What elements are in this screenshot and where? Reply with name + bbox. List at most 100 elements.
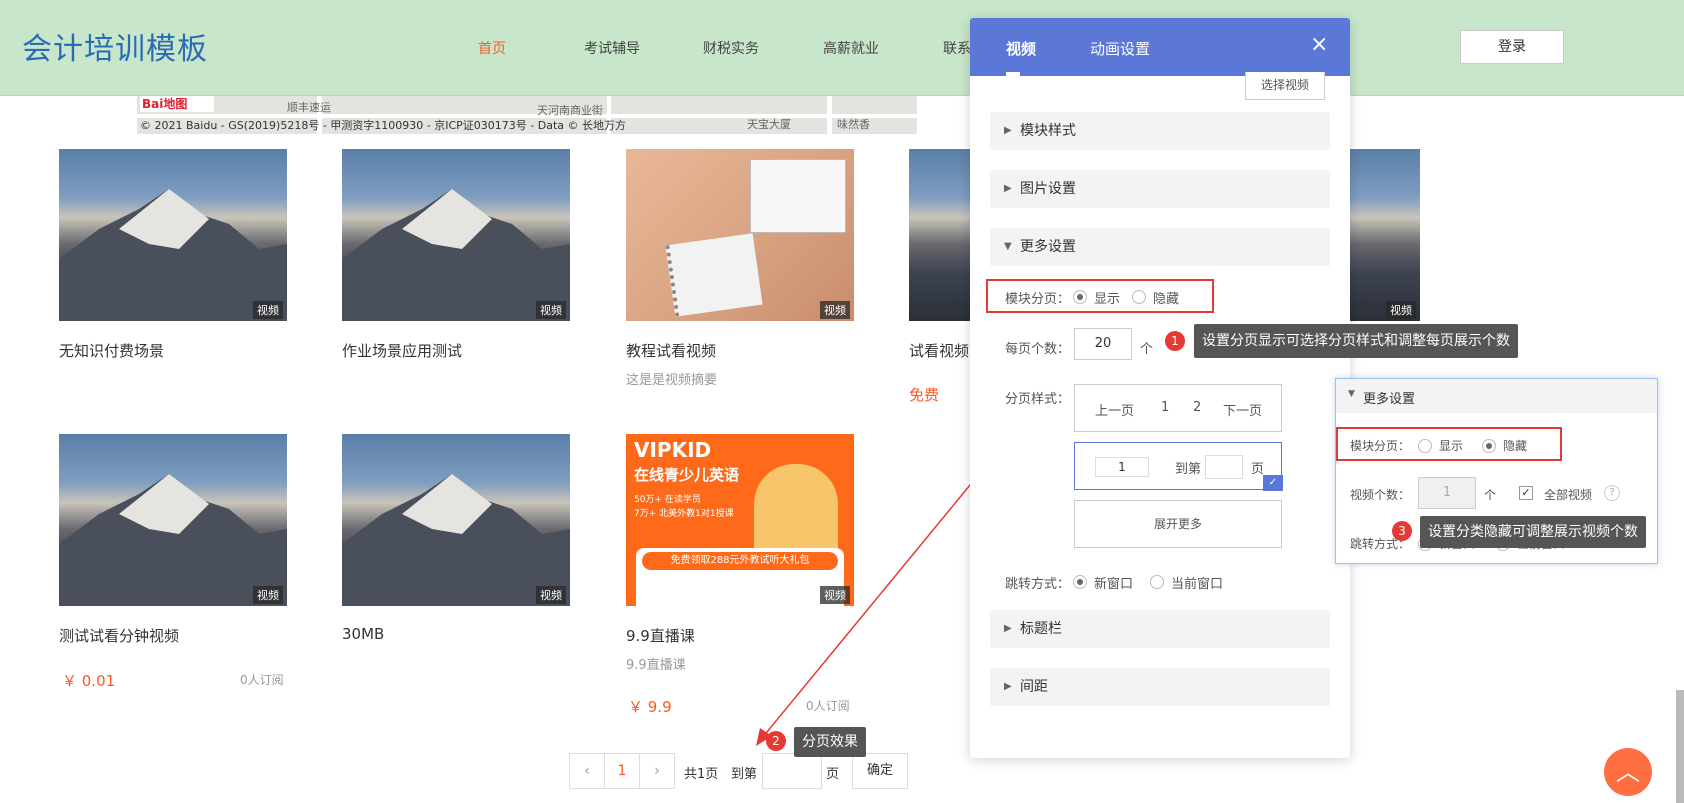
mini-radio-hide[interactable] — [1482, 439, 1496, 453]
mini-count-input[interactable]: 1 — [1418, 477, 1476, 509]
card-thumbnail[interactable]: 视频 — [1350, 149, 1420, 321]
radio-current-window-label: 当前窗口 — [1171, 577, 1224, 592]
nav-item-home[interactable]: 首页 — [478, 38, 506, 58]
nav-item-career[interactable]: 高薪就业 — [823, 38, 879, 58]
video-tag: 视频 — [1386, 301, 1416, 319]
card-price: ￥ 9.9 — [628, 698, 672, 716]
card-title[interactable]: 9.9直播课 — [626, 625, 695, 646]
per-page-label: 每页个数： — [1005, 342, 1071, 357]
mini-count-label: 视频个数： — [1350, 488, 1411, 502]
jump-mode-label: 跳转方式： — [1005, 577, 1071, 592]
check-icon: ✓ — [1263, 475, 1283, 491]
map-label: 味然香 — [837, 118, 870, 131]
card-thumbnail[interactable]: 视频 — [59, 149, 287, 321]
card-title[interactable]: 试看视频 — [909, 340, 969, 361]
close-icon[interactable]: × — [1310, 32, 1328, 57]
map-copyright: © 2021 Baidu - GS(2019)5218号 - 甲测资字11009… — [140, 119, 627, 132]
card-title[interactable]: 教程试看视频 — [626, 340, 716, 361]
pager-total: 共1页 — [684, 767, 719, 782]
mini-radio-show[interactable] — [1418, 439, 1432, 453]
mini-section-title[interactable]: 更多设置 — [1363, 388, 1415, 407]
tip-paging-settings: 设置分页显示可选择分页样式和调整每页展示个数 — [1194, 324, 1518, 358]
select-video-button[interactable]: 选择视频 — [1245, 72, 1325, 100]
section-module-style[interactable]: ▶ 模块样式 — [990, 112, 1330, 150]
pager-confirm-button[interactable]: 确定 — [852, 753, 908, 789]
card-thumbnail[interactable]: 视频 — [59, 434, 287, 606]
all-videos-label: 全部视频 — [1544, 488, 1593, 502]
radio-new-window-label: 新窗口 — [1094, 577, 1134, 592]
section-spacing[interactable]: ▶ 间距 — [990, 668, 1330, 706]
pager-next-button[interactable]: › — [639, 753, 675, 789]
card-subscribers: 0人订阅 — [240, 673, 284, 687]
card-thumbnail[interactable]: 视频 — [342, 149, 570, 321]
tab-animation[interactable]: 动画设置 — [1090, 38, 1150, 59]
help-icon[interactable]: ? — [1604, 485, 1620, 501]
pager-page-1[interactable]: 1 — [604, 753, 640, 789]
site-logo[interactable]: 会计培训模板 — [22, 24, 208, 68]
expand-more-button[interactable]: 展开更多 — [1074, 500, 1282, 548]
pagination-style-2[interactable]: 1 到第 页 ✓ — [1074, 442, 1283, 491]
mini-count-unit: 个 — [1484, 488, 1497, 502]
nav-item-tax[interactable]: 财税实务 — [703, 38, 759, 58]
active-tab-indicator — [1006, 72, 1020, 76]
map-label: 天宝大厦 — [747, 118, 791, 131]
section-image-settings[interactable]: ▶ 图片设置 — [990, 170, 1330, 208]
chevron-right-icon: ▶ — [1004, 125, 1012, 136]
pager-goto-input[interactable] — [762, 753, 822, 789]
card-title[interactable]: 测试试看分钟视频 — [59, 625, 179, 646]
tip-badge: 1 — [1165, 331, 1185, 351]
chevron-down-icon: ▼ — [1004, 241, 1012, 252]
vipkid-slogan: 在线青少儿英语 — [634, 466, 740, 484]
pagination-style-1[interactable]: 上一页 1 2 下一页 — [1074, 384, 1282, 432]
vipkid-line: 50万+ 在读学员 — [634, 495, 701, 505]
mini-radio-show-label: 显示 — [1439, 439, 1464, 453]
radio-show-label: 显示 — [1094, 292, 1121, 307]
radio-hide[interactable] — [1132, 290, 1146, 304]
card-title[interactable]: 作业场景应用测试 — [342, 340, 462, 361]
baidu-map-logo: Bai地图 — [140, 96, 214, 112]
section-more-settings[interactable]: ▼ 更多设置 — [990, 228, 1330, 266]
video-tag: 视频 — [253, 586, 283, 604]
card-subtitle: 这是是视频摘要 — [626, 373, 718, 388]
card-thumbnail[interactable]: 视频 — [342, 434, 570, 606]
chevron-right-icon: ▶ — [1004, 183, 1012, 194]
radio-new-window[interactable] — [1073, 575, 1087, 589]
video-tag: 视频 — [536, 586, 566, 604]
tip-hide-category: 设置分类隐藏可调整展示视频个数 — [1420, 516, 1646, 548]
pagination-style-label: 分页样式： — [1005, 392, 1071, 407]
card-price: 免费 — [909, 386, 940, 404]
radio-hide-label: 隐藏 — [1153, 292, 1180, 307]
per-page-unit: 个 — [1140, 342, 1154, 357]
paging-label: 模块分页： — [1005, 292, 1071, 307]
card-thumbnail[interactable]: 视频 — [626, 149, 854, 321]
card-subtitle: 9.9直播课 — [626, 658, 686, 673]
video-tag: 视频 — [253, 301, 283, 319]
tip-pagination-effect: 分页效果 — [794, 727, 866, 757]
chevron-right-icon: ▶ — [1004, 623, 1012, 634]
vipkid-brand: VIPKID — [634, 438, 712, 462]
vipkid-line: 7万+ 北美外教1对1授课 — [634, 509, 734, 519]
radio-show[interactable] — [1073, 290, 1087, 304]
mini-radio-hide-label: 隐藏 — [1503, 439, 1528, 453]
tab-video[interactable]: 视频 — [1006, 38, 1036, 59]
section-title-bar[interactable]: ▶ 标题栏 — [990, 610, 1330, 648]
per-page-input[interactable]: 20 — [1074, 328, 1132, 360]
nav-item-exam[interactable]: 考试辅导 — [584, 38, 640, 58]
page-scrollbar[interactable] — [1676, 690, 1684, 803]
card-title[interactable]: 无知识付费场景 — [59, 340, 164, 361]
pager-goto-label: 到第 — [731, 767, 758, 782]
card-title[interactable]: 30MB — [342, 625, 384, 643]
video-tag: 视频 — [820, 301, 850, 319]
login-button[interactable]: 登录 — [1460, 30, 1564, 64]
card-thumbnail[interactable] — [909, 149, 971, 321]
pager-page-label: 页 — [826, 767, 840, 782]
card-price: ￥ 0.01 — [62, 672, 116, 690]
nav-item-contact[interactable]: 联系 — [943, 38, 971, 58]
all-videos-checkbox[interactable]: ✓ — [1519, 486, 1533, 500]
pager-prev-button[interactable]: ‹ — [569, 753, 605, 789]
radio-current-window[interactable] — [1150, 575, 1164, 589]
map-label: 顺丰速运 — [287, 101, 331, 114]
mini-paging-label: 模块分页： — [1350, 439, 1411, 453]
chevron-right-icon: ▶ — [1004, 681, 1012, 692]
back-to-top-button[interactable]: ︿ — [1604, 748, 1652, 796]
